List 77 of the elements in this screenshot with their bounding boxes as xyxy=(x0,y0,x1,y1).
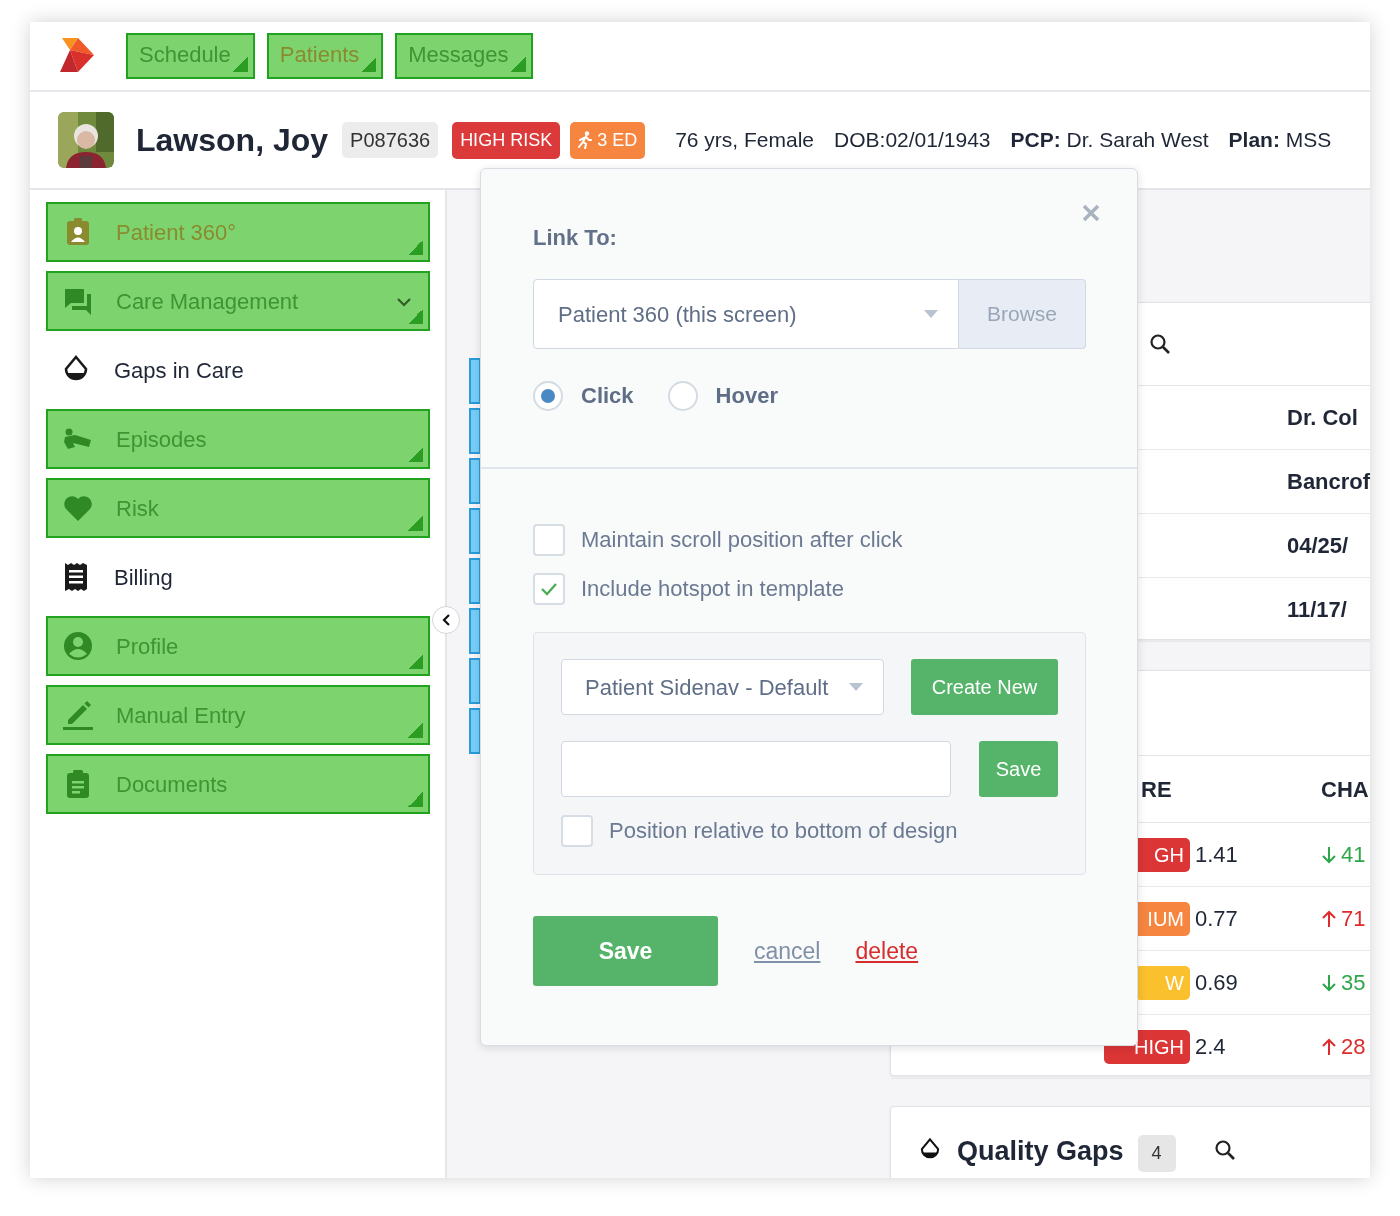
sidebar-item[interactable]: Profile xyxy=(46,616,430,676)
hotspot-area[interactable] xyxy=(469,708,481,754)
hotspot-area[interactable] xyxy=(469,658,481,704)
table-cell-text: 2.4 xyxy=(1195,1033,1227,1061)
patient-info: Plan: MSS xyxy=(1228,127,1332,154)
hotspot-area[interactable] xyxy=(469,508,481,554)
running-figure-icon xyxy=(578,131,593,149)
close-icon xyxy=(1081,203,1101,223)
save-button[interactable]: Save xyxy=(533,916,718,986)
save-button[interactable]: Save xyxy=(979,741,1058,797)
search-icon xyxy=(1149,333,1171,355)
section-title: Quality Gaps xyxy=(957,1135,1124,1168)
hotspot-area[interactable] xyxy=(469,458,481,504)
column-header: RE xyxy=(1141,775,1173,804)
radio-label: Hover xyxy=(715,382,778,410)
change-value: 71 xyxy=(1341,905,1366,933)
caret-icon xyxy=(849,683,863,691)
patient-name: Lawson, Joy xyxy=(136,121,329,160)
cancel-link[interactable]: cancel xyxy=(754,933,821,969)
sidebar-item[interactable]: Billing xyxy=(46,547,430,607)
status-badge: 3 ED xyxy=(570,121,646,159)
radio-button[interactable] xyxy=(533,380,563,411)
template-select[interactable]: Patient Sidenav - Default xyxy=(561,659,884,715)
sidebar-item[interactable]: Risk xyxy=(46,478,430,538)
patient-info: 76 yrs, Female xyxy=(675,127,815,154)
user-icon xyxy=(62,630,94,662)
logo xyxy=(58,38,96,74)
checkbox[interactable] xyxy=(533,523,565,556)
checkbox[interactable] xyxy=(533,572,565,605)
sidebar-item[interactable]: Care Management xyxy=(46,271,430,331)
sidebar-item[interactable]: Manual Entry xyxy=(46,685,430,745)
hotspot-area[interactable] xyxy=(469,408,481,454)
checkbox-label: Position relative to bottom of design xyxy=(609,817,958,845)
sidebar-item[interactable]: Gaps in Care xyxy=(46,340,430,400)
link-select[interactable]: Patient 360 (this screen) xyxy=(533,279,959,349)
table-cell-text: 0.69 xyxy=(1195,969,1239,997)
collapse-button[interactable] xyxy=(432,606,460,634)
hotspot-area[interactable] xyxy=(469,358,481,404)
patient-id-badge: P087636 xyxy=(342,122,439,158)
table-cell-text: Bancrof xyxy=(1287,468,1370,496)
change-value: 41 xyxy=(1341,841,1366,869)
nav-button[interactable]: Messages xyxy=(395,32,533,80)
checkbox[interactable] xyxy=(561,814,593,847)
caret-icon xyxy=(924,310,938,318)
field-label: Link To: xyxy=(533,224,618,252)
radio-label: Click xyxy=(581,382,634,410)
hotspot-area[interactable] xyxy=(469,558,481,604)
table-cell-text: 0.77 xyxy=(1195,905,1239,933)
column-header: CHA xyxy=(1321,775,1370,804)
table-cell-text: 11/17/ xyxy=(1287,596,1347,624)
browse-button[interactable]: Browse xyxy=(959,279,1086,349)
create-new-button[interactable]: Create New xyxy=(911,659,1058,715)
name-input-field[interactable] xyxy=(561,741,951,797)
check-icon xyxy=(540,581,558,596)
nav-button[interactable]: Patients xyxy=(266,32,384,80)
table-cell-text: Dr. Col xyxy=(1287,404,1358,432)
sidebar-item[interactable]: Documents xyxy=(46,754,430,814)
patient-info: DOB:02/01/1943 xyxy=(834,127,991,154)
change-value: 28 xyxy=(1341,1033,1366,1061)
risk-badge: W xyxy=(1135,965,1190,1000)
table-cell-text: 04/25/ xyxy=(1287,532,1349,560)
count-badge: 4 xyxy=(1137,1135,1176,1172)
search-icon xyxy=(1213,1139,1236,1161)
status-badge: HIGH RISK xyxy=(452,121,561,159)
pencil-icon xyxy=(62,699,94,731)
checkbox-label: Include hotspot in template xyxy=(581,575,844,603)
checkbox-label: Maintain scroll position after click xyxy=(581,526,903,554)
hotspot-area[interactable] xyxy=(469,608,481,654)
delete-link[interactable]: delete xyxy=(855,933,919,969)
patient-info: PCP: Dr. Sarah West xyxy=(1010,127,1209,154)
sidebar-item[interactable]: Episodes xyxy=(46,409,430,469)
radio-button[interactable] xyxy=(667,380,698,411)
sidebar-item[interactable]: Patient 360° xyxy=(46,202,430,262)
change-value: 35 xyxy=(1341,969,1366,997)
table-cell-text: 1.41 xyxy=(1195,841,1239,869)
nav-button[interactable]: Schedule xyxy=(126,32,255,80)
chevron-left-icon xyxy=(441,613,451,627)
